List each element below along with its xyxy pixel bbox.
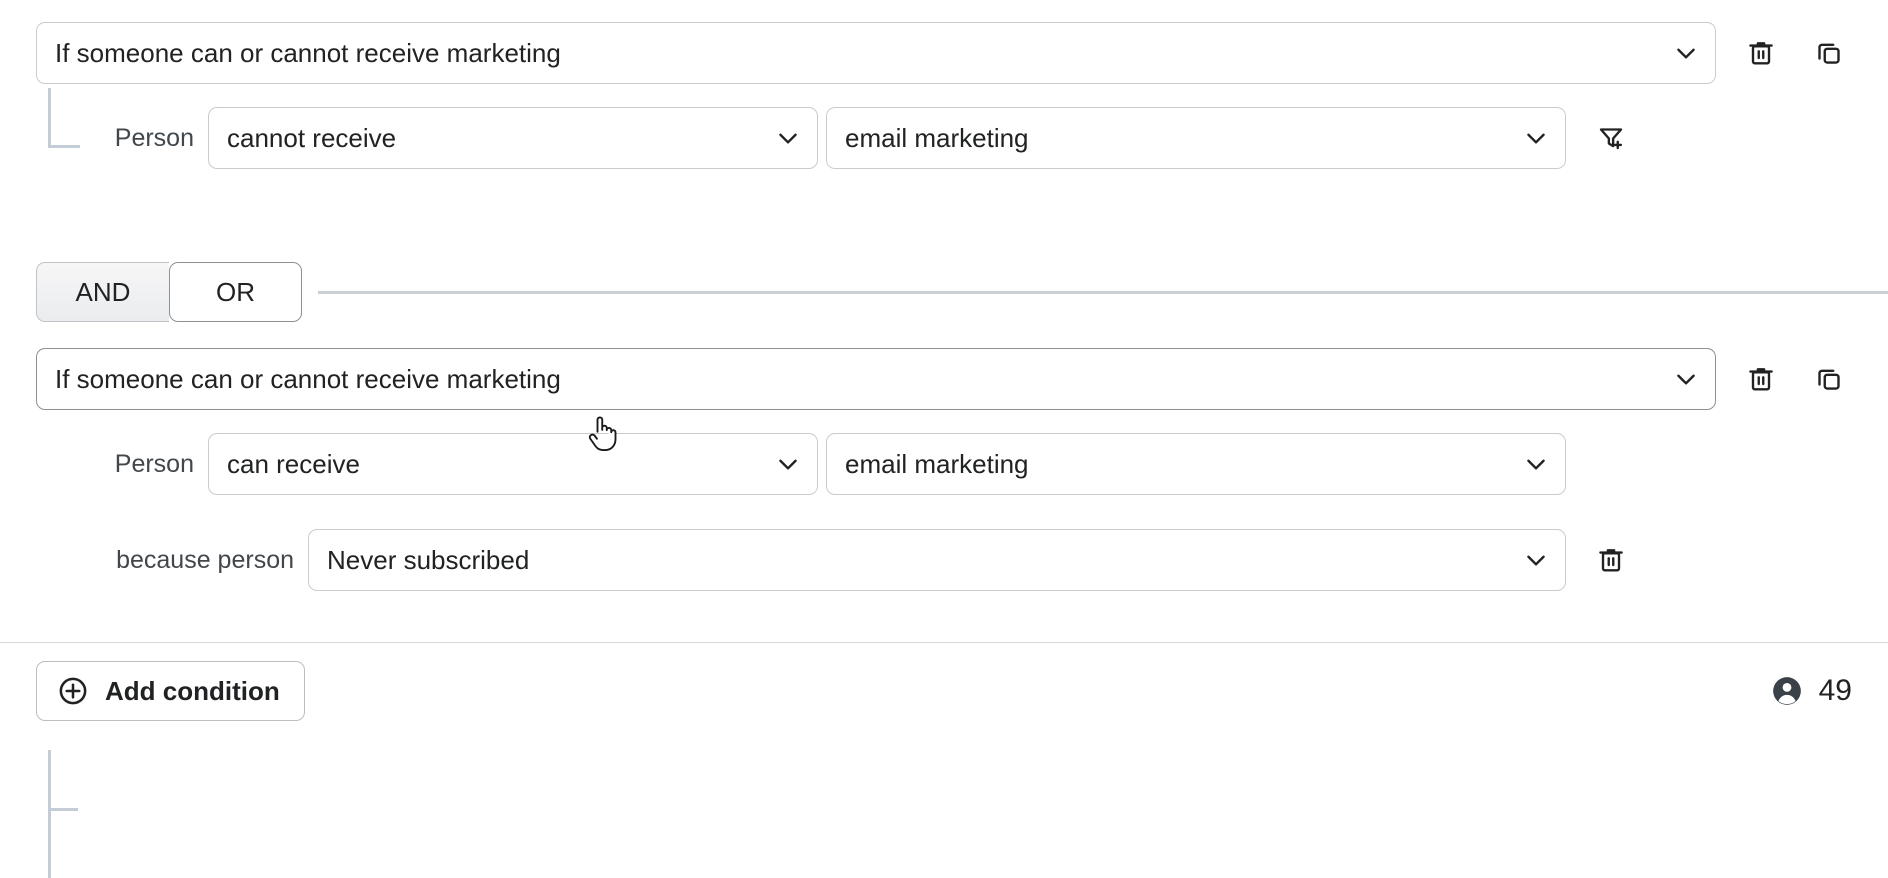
chevron-down-icon [1673,40,1699,66]
condition-1-type-select[interactable]: If someone can or cannot receive marketi… [36,22,1716,84]
plus-circle-icon [57,675,89,707]
condition-2-receive-ability-value: can receive [227,451,360,477]
chevron-down-icon [1523,125,1549,151]
condition-block-2: If someone can or cannot receive marketi… [0,344,1888,596]
condition-2-reason-value: Never subscribed [327,547,529,573]
condition-2-row-1-action-spacer [1588,441,1634,487]
profile-count-value: 49 [1819,674,1852,708]
condition-1-row-1-label: Person [36,124,208,153]
condition-1-row-1: Person cannot receive email marketing [0,102,1888,174]
condition-2-row-2-label: because person [36,546,308,575]
condition-1-marketing-channel-select[interactable]: email marketing [826,107,1566,169]
condition-2-marketing-channel-select[interactable]: email marketing [826,433,1566,495]
trash-icon [1746,38,1776,68]
chevron-down-icon [1523,547,1549,573]
chevron-down-icon [775,451,801,477]
add-condition-label: Add condition [105,676,280,707]
condition-2-duplicate-button[interactable] [1806,356,1852,402]
condition-1-delete-button[interactable] [1738,30,1784,76]
person-filled-icon [1771,675,1803,707]
and-option-button[interactable]: AND [36,262,169,322]
segment-condition-builder: If someone can or cannot receive marketi… [0,0,1888,878]
condition-2-header-row: If someone can or cannot receive marketi… [0,344,1888,414]
condition-1-marketing-channel-value: email marketing [845,125,1029,151]
chevron-down-icon [1673,366,1699,392]
condition-2-row-1: Person can receive email marketing [0,428,1888,500]
trash-icon [1746,364,1776,394]
chevron-down-icon [775,125,801,151]
condition-2-tree-connector [48,750,88,878]
filter-plus-icon [1596,123,1626,153]
condition-2-row-1-label: Person [36,450,208,479]
condition-2-marketing-channel-value: email marketing [845,451,1029,477]
condition-1-add-filter-button[interactable] [1588,115,1634,161]
condition-2-delete-button[interactable] [1738,356,1784,402]
add-condition-button[interactable]: Add condition [36,661,305,721]
condition-2-type-select[interactable]: If someone can or cannot receive marketi… [36,348,1716,410]
condition-2-reason-delete-button[interactable] [1588,537,1634,583]
copy-icon [1814,364,1844,394]
condition-1-receive-ability-value: cannot receive [227,125,396,151]
condition-1-type-value: If someone can or cannot receive marketi… [55,40,561,66]
condition-2-row-2: because person Never subscribed [0,524,1888,596]
or-option-button[interactable]: OR [169,262,302,322]
condition-1-header-row: If someone can or cannot receive marketi… [0,18,1888,88]
condition-2-type-value: If someone can or cannot receive marketi… [55,366,561,392]
profile-count: 49 [1771,674,1852,708]
copy-icon [1814,38,1844,68]
condition-1-duplicate-button[interactable] [1806,30,1852,76]
and-or-toggle[interactable]: AND OR [36,262,302,322]
condition-2-reason-select[interactable]: Never subscribed [308,529,1566,591]
builder-footer: Add condition 49 [0,643,1888,739]
logic-connector-row: AND OR [0,260,1888,324]
trash-icon [1596,545,1626,575]
chevron-down-icon [1523,451,1549,477]
condition-block-1: If someone can or cannot receive marketi… [0,0,1888,174]
condition-2-receive-ability-select[interactable]: can receive [208,433,818,495]
condition-1-receive-ability-select[interactable]: cannot receive [208,107,818,169]
logic-connector-line [318,291,1888,294]
